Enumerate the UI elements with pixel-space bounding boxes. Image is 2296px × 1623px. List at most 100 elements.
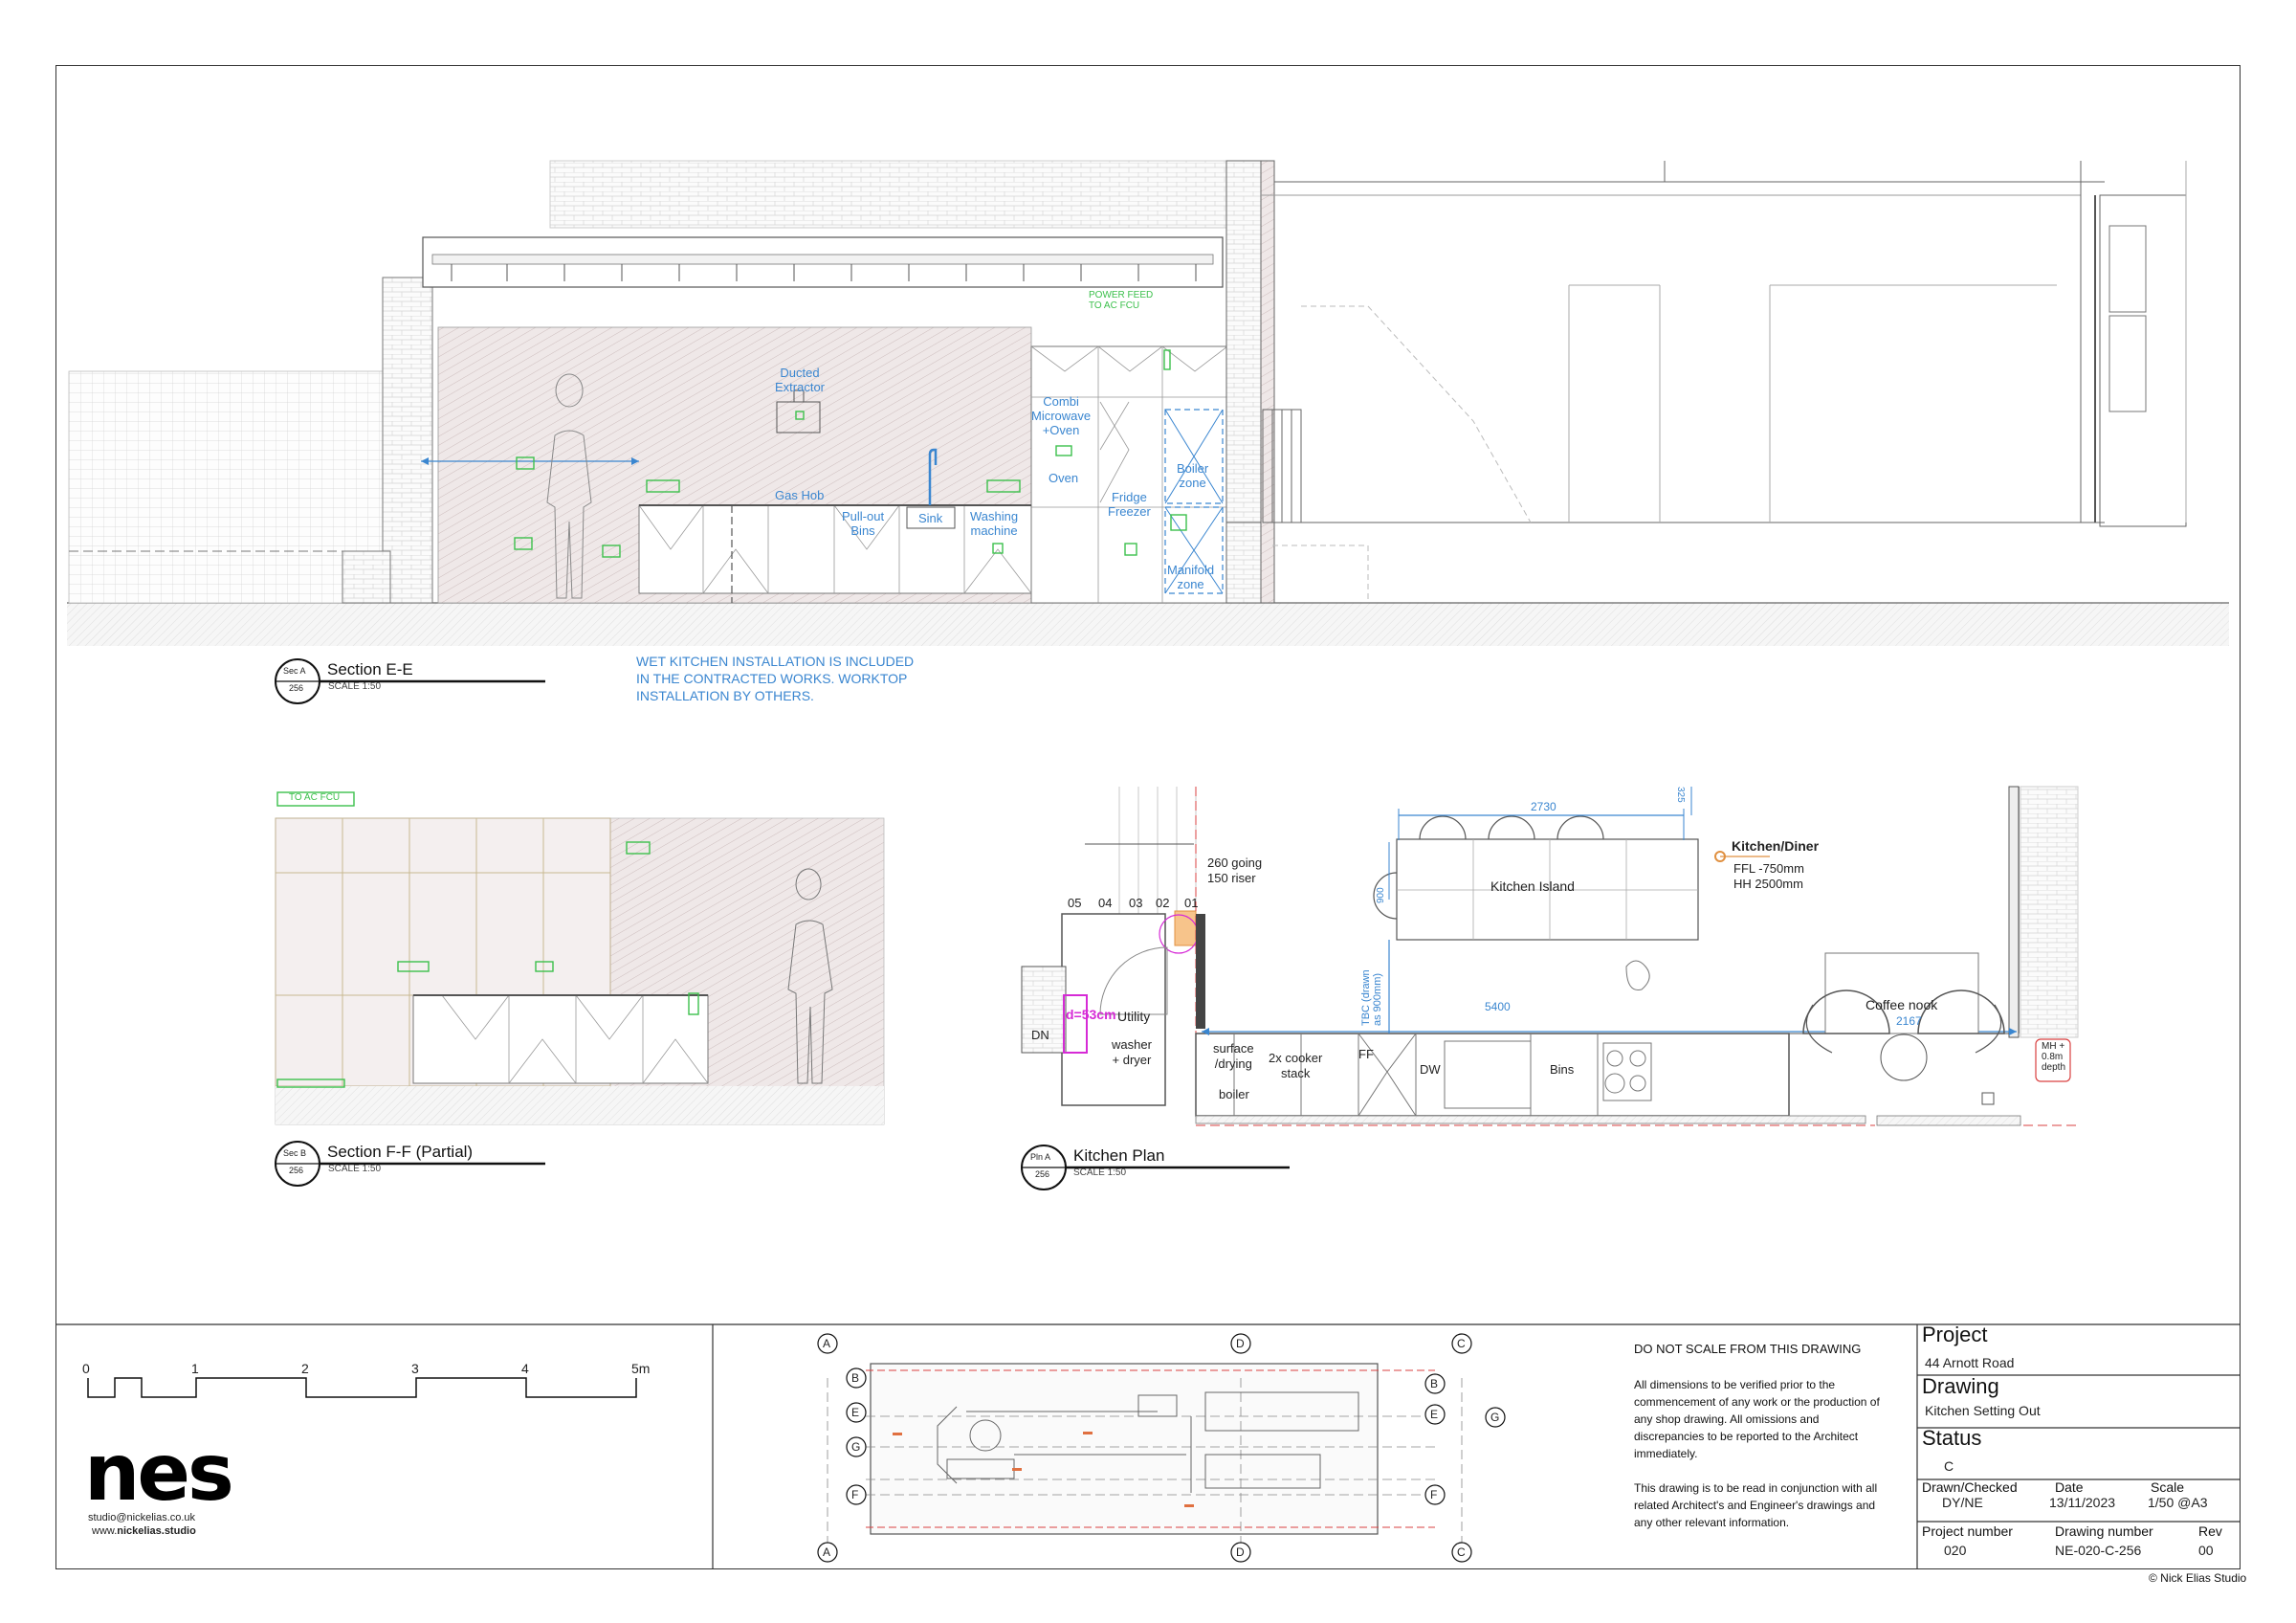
revision-label: Rev xyxy=(2198,1523,2222,1539)
key-plan xyxy=(817,1333,1506,1563)
pullout-bins-label: Pull-out Bins xyxy=(842,509,885,538)
cooker-stack-label: 2x cooker stack xyxy=(1269,1051,1323,1080)
drawing-label: Drawing xyxy=(1922,1374,1999,1398)
dimension-2730: 2730 xyxy=(1531,800,1556,813)
door-width-label: d=53cm xyxy=(1066,1007,1116,1022)
section-f-f-title: Section F-F (Partial) xyxy=(327,1143,474,1161)
section-f-f-marker-bottom: 256 xyxy=(289,1166,304,1175)
section-f-f-drawing xyxy=(275,791,885,1125)
fridge-freezer-plan-label: FF xyxy=(1358,1047,1374,1061)
scale-tick-3: 3 xyxy=(411,1361,419,1376)
dimensions-note: All dimensions to be verified prior to t… xyxy=(1634,1378,1880,1460)
ducted-extractor-label: Ducted Extractor xyxy=(775,366,826,394)
kitchen-plan-scale: SCALE 1:50 xyxy=(1073,1167,1127,1178)
studio-logo: nes xyxy=(84,1428,234,1519)
stair-riser-label: 150 riser xyxy=(1207,871,1256,885)
drawing-value: Kitchen Setting Out xyxy=(1925,1403,2041,1418)
grid-label-f-left: F xyxy=(851,1488,859,1501)
ffl-label: FFL -750mm xyxy=(1733,861,1804,876)
f-f-power-feed-label: TO AC FCU xyxy=(289,792,341,803)
manifold-zone-label: Manifold zone xyxy=(1167,563,1215,591)
grid-label-a-bottom: A xyxy=(823,1545,831,1559)
section-e-e-scale: SCALE 1:50 xyxy=(328,681,382,692)
section-e-e-marker-bottom: 256 xyxy=(289,683,304,693)
wet-note-line-1: WET KITCHEN INSTALLATION IS INCLUDED xyxy=(636,654,915,669)
revision-value: 00 xyxy=(2198,1543,2214,1558)
status-value: C xyxy=(1944,1458,1954,1474)
drawn-checked-value: DY/NE xyxy=(1942,1495,1983,1510)
stair-going-label: 260 going xyxy=(1207,856,1263,870)
dishwasher-label: DW xyxy=(1420,1062,1441,1077)
grid-label-d-top: D xyxy=(1236,1337,1245,1350)
section-e-e-marker-top: Sec A xyxy=(283,666,306,676)
grid-label-d-bottom: D xyxy=(1236,1545,1245,1559)
drawn-checked-label: Drawn/Checked xyxy=(1922,1479,2018,1495)
dimension-325: 325 xyxy=(1675,787,1686,803)
kitchen-island-label: Kitchen Island xyxy=(1490,878,1575,894)
conjunction-note: This drawing is to be read in conjunctio… xyxy=(1634,1481,1878,1529)
boiler-label: boiler xyxy=(1219,1087,1249,1101)
hh-label: HH 2500mm xyxy=(1733,877,1803,891)
scale-tick-0: 0 xyxy=(82,1361,90,1376)
grid-label-a-top: A xyxy=(823,1337,831,1350)
bins-label: Bins xyxy=(1550,1062,1575,1077)
grid-label-b-left: B xyxy=(851,1371,860,1385)
project-number-label: Project number xyxy=(1922,1523,2013,1539)
tbc-dimension-label: TBC (drawn as 900mm) xyxy=(1360,969,1383,1026)
scale-value: 1/50 @A3 xyxy=(2148,1495,2208,1510)
boiler-zone-label: Boiler zone xyxy=(1177,461,1209,490)
sink-label: Sink xyxy=(918,511,943,525)
wet-note-line-3: INSTALLATION BY OTHERS. xyxy=(636,688,814,703)
wet-kitchen-note: WET KITCHEN INSTALLATION IS INCLUDED IN … xyxy=(636,653,914,704)
studio-website: www.nickelias.studio xyxy=(92,1525,196,1537)
kitchen-diner-label: Kitchen/Diner xyxy=(1732,838,1820,854)
grid-label-c-bottom: C xyxy=(1457,1545,1466,1559)
section-e-e-title: Section E-E xyxy=(327,660,413,678)
website-prefix: www. xyxy=(92,1525,118,1537)
coffee-nook-label: Coffee nook xyxy=(1866,997,1938,1012)
surface-drying-label: surface /drying xyxy=(1213,1041,1254,1071)
grid-label-g-right: G xyxy=(1490,1411,1500,1424)
grid-label-g-left: G xyxy=(851,1440,861,1454)
gas-hob-label: Gas Hob xyxy=(775,488,825,502)
project-value: 44 Arnott Road xyxy=(1925,1355,2015,1370)
scale-tick-2: 2 xyxy=(301,1361,309,1376)
fridge-freezer-label: Fridge Freezer xyxy=(1108,490,1151,519)
step-number-01: 01 xyxy=(1184,896,1199,910)
utility-label: Utility xyxy=(1117,1009,1151,1024)
step-number-02: 02 xyxy=(1156,896,1170,910)
down-label: DN xyxy=(1031,1028,1049,1042)
grid-label-f-right: F xyxy=(1430,1488,1438,1501)
scale-tick-4: 4 xyxy=(521,1361,529,1376)
grid-label-e-left: E xyxy=(851,1406,860,1419)
grid-label-b-right: B xyxy=(1430,1377,1439,1390)
project-number-value: 020 xyxy=(1944,1543,1967,1558)
washer-dryer-label: washer + dryer xyxy=(1112,1037,1152,1067)
scale-tick-5m: 5m xyxy=(631,1361,651,1376)
washing-machine-label: Washing machine xyxy=(970,509,1019,538)
section-f-f-scale: SCALE 1:50 xyxy=(328,1164,382,1174)
combi-microwave-label: Combi Microwave +Oven xyxy=(1031,394,1092,437)
kitchen-plan-marker-top: Pln A xyxy=(1030,1152,1051,1162)
power-feed-label: POWER FEED TO AC FCU xyxy=(1089,290,1154,311)
kitchen-plan-marker-bottom: 256 xyxy=(1035,1169,1050,1179)
wet-note-line-2: IN THE CONTRACTED WORKS. WORKTOP xyxy=(636,671,908,686)
step-number-04: 04 xyxy=(1098,896,1113,910)
date-value: 13/11/2023 xyxy=(2049,1495,2116,1510)
drawing-number-label: Drawing number xyxy=(2055,1523,2153,1539)
do-not-scale-note: DO NOT SCALE FROM THIS DRAWING xyxy=(1634,1342,1862,1356)
studio-email: studio@nickelias.co.uk xyxy=(88,1512,196,1523)
copyright-notice: © Nick Elias Studio xyxy=(2149,1571,2247,1585)
scale-bar xyxy=(87,1377,637,1398)
oven-label: Oven xyxy=(1049,471,1079,485)
section-f-f-marker-top: Sec B xyxy=(283,1148,307,1158)
scale-tick-1: 1 xyxy=(191,1361,199,1376)
manhole-label: MH + 0.8m depth xyxy=(2042,1041,2066,1073)
dimension-900: 900 xyxy=(1376,887,1386,903)
section-e-e-drawing xyxy=(67,160,2229,646)
dimension-2167: 2167 xyxy=(1896,1014,1922,1028)
website-domain: nickelias.studio xyxy=(117,1525,196,1537)
grid-label-e-right: E xyxy=(1430,1408,1439,1421)
status-label: Status xyxy=(1922,1426,1982,1450)
step-number-05: 05 xyxy=(1068,896,1082,910)
